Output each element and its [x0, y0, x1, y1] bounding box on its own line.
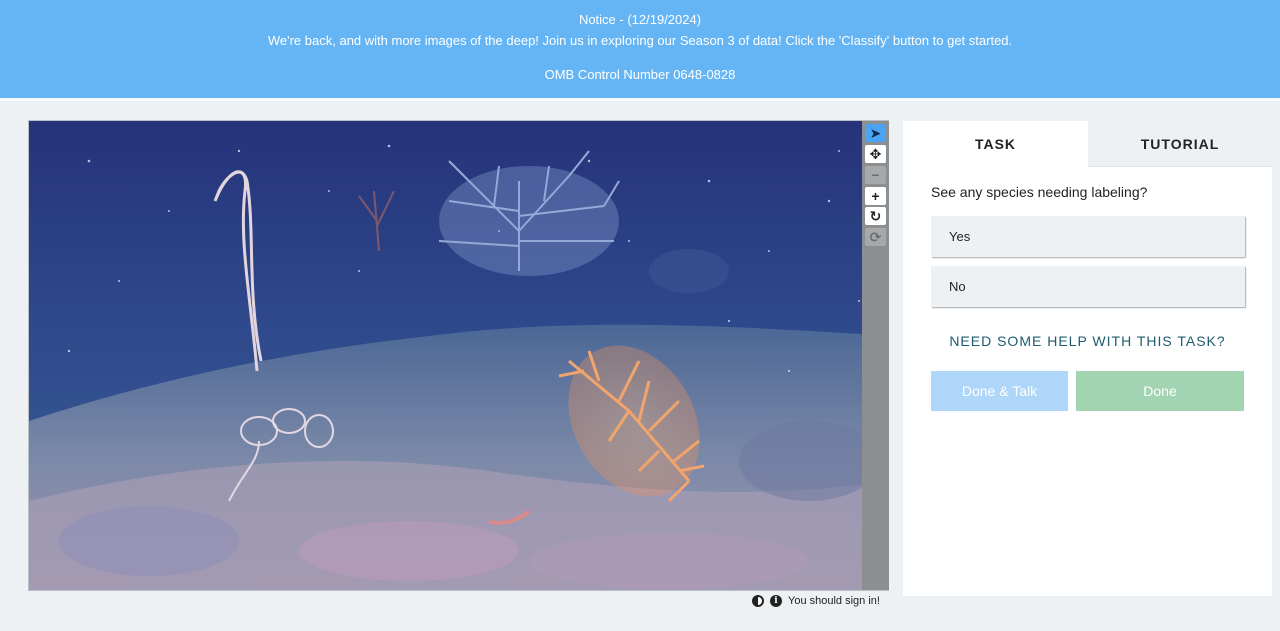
- notice-banner: Notice - (12/19/2024) We're back, and wi…: [0, 0, 1280, 98]
- done-and-talk-button[interactable]: Done & Talk: [931, 371, 1068, 411]
- subject-image-viewer[interactable]: [28, 120, 889, 591]
- zoom-out-button[interactable]: −: [865, 166, 886, 184]
- underwater-reef-image: [29, 121, 888, 590]
- tab-task[interactable]: TASK: [903, 121, 1088, 167]
- task-question: See any species needing labeling?: [931, 184, 1148, 200]
- pointer-icon: ➤: [869, 124, 882, 141]
- notice-title: Notice - (12/19/2024): [578, 12, 702, 27]
- notice-message: We're back, and with more images of the …: [267, 33, 1013, 48]
- image-toolbar: ➤ ✥ − + ↻ ⟳: [862, 121, 889, 590]
- answer-no-button[interactable]: No: [931, 266, 1245, 307]
- move-tool-button[interactable]: ✥: [865, 145, 886, 163]
- contrast-icon[interactable]: [752, 595, 764, 607]
- tab-tutorial[interactable]: TUTORIAL: [1088, 121, 1272, 167]
- rotate-icon: ↻: [869, 207, 882, 224]
- answer-yes-button[interactable]: Yes: [931, 216, 1245, 257]
- omb-control-number: OMB Control Number 0648-0828: [544, 67, 736, 82]
- zoom-in-button[interactable]: +: [865, 187, 886, 205]
- pointer-tool-button[interactable]: ➤: [865, 124, 886, 142]
- reset-icon: ⟳: [869, 228, 882, 245]
- signin-status: i You should sign in!: [752, 594, 880, 608]
- banner-divider: [0, 98, 1280, 101]
- done-button[interactable]: Done: [1076, 371, 1244, 411]
- rotate-button[interactable]: ↻: [865, 207, 886, 225]
- panel-tabs: TASK TUTORIAL: [903, 121, 1272, 167]
- plus-icon: +: [871, 188, 880, 204]
- signin-text: You should sign in!: [788, 595, 880, 607]
- task-panel: TASK TUTORIAL See any species needing la…: [903, 121, 1272, 596]
- task-help-link[interactable]: NEED SOME HELP WITH THIS TASK?: [903, 333, 1272, 349]
- minus-icon: −: [871, 167, 880, 183]
- info-icon[interactable]: i: [770, 595, 782, 607]
- reset-button[interactable]: ⟳: [865, 228, 886, 246]
- move-icon: ✥: [869, 145, 882, 162]
